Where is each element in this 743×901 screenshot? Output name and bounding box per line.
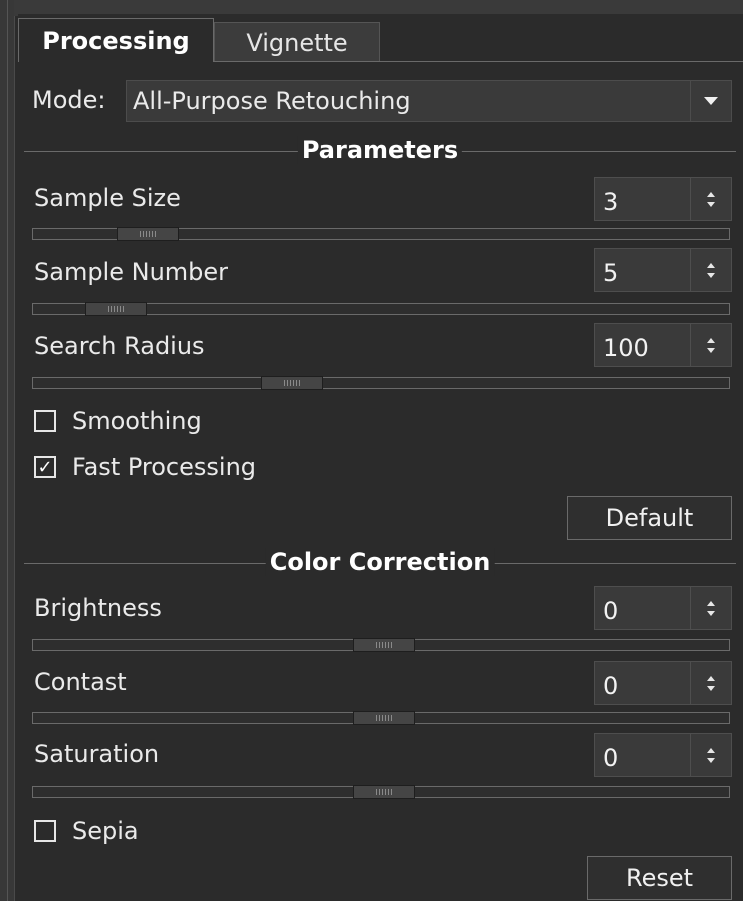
slider-thumb[interactable] (353, 711, 415, 725)
slider-thumb[interactable] (353, 785, 415, 799)
fast-processing-checkbox[interactable]: ✓ (34, 456, 56, 478)
sepia-label: Sepia (72, 817, 139, 845)
tab-vignette[interactable]: Vignette (214, 22, 380, 62)
sample-size-value: 3 (603, 188, 619, 216)
mode-row: Mode: All-Purpose Retouching (18, 80, 743, 124)
sample-size-label: Sample Size (34, 184, 181, 212)
tab-bar: Processing Vignette (18, 14, 743, 62)
fast-processing-row[interactable]: ✓ Fast Processing (34, 452, 256, 482)
brightness-value: 0 (603, 597, 619, 625)
parameters-header: Parameters (24, 136, 736, 166)
saturation-slider[interactable] (32, 785, 730, 799)
window-edge (0, 0, 15, 901)
saturation-value: 0 (603, 744, 619, 772)
slider-thumb[interactable] (261, 376, 323, 390)
sepia-checkbox[interactable] (34, 820, 56, 842)
smoothing-row[interactable]: Smoothing (34, 406, 202, 436)
color-correction-title: Color Correction (265, 548, 495, 576)
search-radius-spinbox[interactable]: 100 (594, 323, 732, 367)
slider-thumb[interactable] (117, 227, 179, 241)
parameters-title: Parameters (297, 136, 463, 164)
spin-arrows-icon[interactable] (690, 587, 731, 629)
sample-number-slider[interactable] (32, 302, 730, 316)
sample-size-spinbox[interactable]: 3 (594, 177, 732, 221)
reset-button[interactable]: Reset (587, 856, 732, 900)
saturation-label: Saturation (34, 740, 160, 768)
brightness-label: Brightness (34, 594, 162, 622)
saturation-spinbox[interactable]: 0 (594, 733, 732, 777)
checkmark-icon: ✓ (37, 456, 53, 478)
fast-processing-label: Fast Processing (72, 453, 257, 481)
sample-size-slider[interactable] (32, 227, 730, 241)
spin-arrows-icon[interactable] (690, 734, 731, 776)
brightness-spinbox[interactable]: 0 (594, 586, 732, 630)
contrast-spinbox[interactable]: 0 (594, 661, 732, 705)
default-button[interactable]: Default (567, 496, 732, 540)
smoothing-label: Smoothing (72, 407, 202, 435)
smoothing-checkbox[interactable] (34, 410, 56, 432)
slider-thumb[interactable] (353, 638, 415, 652)
color-correction-header: Color Correction (24, 548, 736, 578)
mode-value: All-Purpose Retouching (133, 87, 411, 115)
search-radius-slider[interactable] (32, 376, 730, 390)
sample-number-value: 5 (603, 259, 619, 287)
search-radius-label: Search Radius (34, 332, 205, 360)
chevron-down-icon[interactable] (690, 81, 731, 121)
sample-number-spinbox[interactable]: 5 (594, 248, 732, 292)
contrast-value: 0 (603, 672, 619, 700)
slider-thumb[interactable] (85, 302, 147, 316)
mode-dropdown[interactable]: All-Purpose Retouching (126, 80, 732, 122)
spin-arrows-icon[interactable] (690, 324, 731, 366)
contrast-label: Contast (34, 668, 127, 696)
spin-arrows-icon[interactable] (690, 249, 731, 291)
settings-panel: Processing Vignette Mode: All-Purpose Re… (18, 14, 743, 901)
tab-processing[interactable]: Processing (18, 18, 214, 62)
mode-label: Mode: (32, 86, 106, 114)
brightness-slider[interactable] (32, 638, 730, 652)
sample-number-label: Sample Number (34, 258, 229, 286)
spin-arrows-icon[interactable] (690, 178, 731, 220)
sepia-row[interactable]: Sepia (34, 816, 139, 846)
spin-arrows-icon[interactable] (690, 662, 731, 704)
contrast-slider[interactable] (32, 711, 730, 725)
search-radius-value: 100 (603, 334, 649, 362)
